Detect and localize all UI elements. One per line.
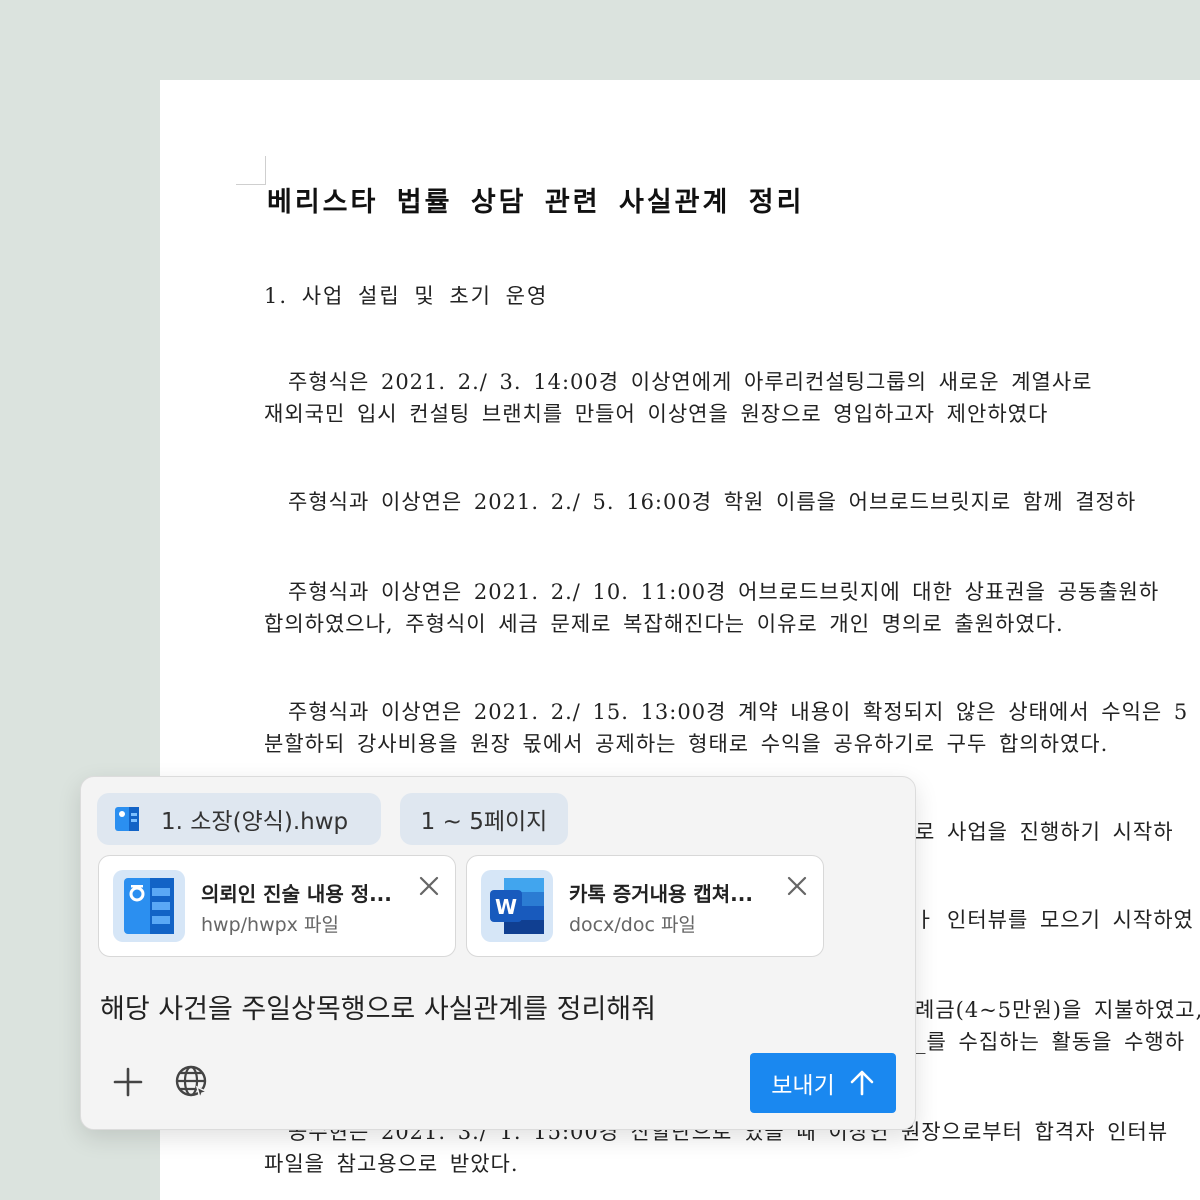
document-paragraph: 주형식과 이상연은 2021. 2./ 15. 13:00경 계약 내용이 확정… (264, 696, 1200, 760)
paragraph-line: _를 수집하는 활동을 수행하 (915, 1030, 1186, 1054)
chat-composer: 1. 소장(양식).hwp 1 ~ 5페이지 의뢰인 진술 내용 정... hw… (80, 776, 916, 1130)
context-file-label: 1. 소장(양식).hwp (161, 809, 349, 835)
close-icon[interactable] (417, 874, 441, 898)
paragraph-line: 합의하였으나, 주형식이 세금 문제로 복잡해진다는 이유로 개인 명의로 출원… (264, 612, 1064, 636)
paragraph-line: 분할하되 강사비용을 원장 몫에서 공제하는 형태로 수익을 공유하기로 구두 … (264, 732, 1109, 756)
attachment-type: hwp/hwpx 파일 (201, 914, 339, 936)
attachment-name: 카톡 증거내용 캡쳐... (569, 882, 753, 906)
paragraph-line: 주형식과 이상연은 2021. 2./ 15. 13:00경 계약 내용이 확정… (288, 700, 1189, 724)
document-paragraph: 주형식과 이상연은 2021. 2./ 5. 16:00경 학원 이름을 어브로… (264, 486, 1200, 518)
page-range-label: 1 ~ 5페이지 (420, 809, 548, 835)
attachment-name: 의뢰인 진술 내용 정... (201, 882, 392, 906)
paragraph-line: 로 사업을 진행하기 시작하 (915, 820, 1174, 844)
svg-text:W: W (495, 895, 517, 919)
document-paragraph: 주형식과 이상연은 2021. 2./ 10. 11:00경 어브로드브릿지에 … (264, 576, 1200, 640)
paragraph-line: ㅏ 인터뷰를 모으기 시작하였 (915, 908, 1194, 932)
paragraph-line: 주형식은 2021. 2./ 3. 14:00경 이상연에게 아루리컨설팅그룹의… (288, 370, 1093, 394)
send-button-label: 보내기 (771, 1073, 835, 1099)
close-icon[interactable] (785, 874, 809, 898)
paragraph-line: 재외국민 입시 컨설팅 브랜치를 만들어 이상연을 원장으로 영입하고자 제안하… (264, 402, 1049, 426)
section-heading: 1. 사업 설립 및 초기 운영 (264, 284, 549, 308)
document-title: 베리스타 법률 상담 관련 사실관계 정리 (267, 187, 805, 218)
paragraph-line: 주형식과 이상연은 2021. 2./ 5. 16:00경 학원 이름을 어브로… (288, 490, 1137, 514)
attachment-type: docx/doc 파일 (569, 914, 696, 936)
paragraph-line: 례금(4~5만원)을 지불하였고, (915, 998, 1200, 1022)
attachment-card[interactable]: 의뢰인 진술 내용 정... hwp/hwpx 파일 (98, 855, 456, 957)
arrow-up-icon (850, 1070, 874, 1096)
page-range-chip[interactable]: 1 ~ 5페이지 (400, 793, 568, 845)
document-paragraph: 로 사업을 진행하기 시작하 (915, 816, 1200, 848)
document-paragraph: 주형식은 2021. 2./ 3. 14:00경 이상연에게 아루리컨설팅그룹의… (264, 366, 1200, 430)
context-file-chip[interactable]: 1. 소장(양식).hwp (97, 793, 381, 845)
prompt-input[interactable]: 해당 사건을 주일상목행으로 사실관계를 정리해줘 (100, 987, 656, 1026)
send-button[interactable]: 보내기 (750, 1053, 896, 1113)
page-corner-mark (236, 184, 266, 185)
hwp-file-icon (113, 870, 185, 942)
paragraph-line: 파일을 참고용으로 받았다. (264, 1152, 519, 1176)
attachment-card[interactable]: W 카톡 증거내용 캡쳐... docx/doc 파일 (466, 855, 824, 957)
document-paragraph: ㅏ 인터뷰를 모으기 시작하였 (915, 904, 1200, 936)
document-paragraph: 례금(4~5만원)을 지불하였고, _를 수집하는 활동을 수행하 (915, 994, 1200, 1058)
paragraph-line: 주형식과 이상연은 2021. 2./ 10. 11:00경 어브로드브릿지에 … (288, 580, 1160, 604)
plus-icon[interactable] (111, 1065, 145, 1099)
page-corner-mark (265, 156, 266, 185)
globe-icon[interactable] (173, 1063, 211, 1101)
word-file-icon: W (481, 870, 553, 942)
hwp-file-icon (115, 807, 139, 831)
